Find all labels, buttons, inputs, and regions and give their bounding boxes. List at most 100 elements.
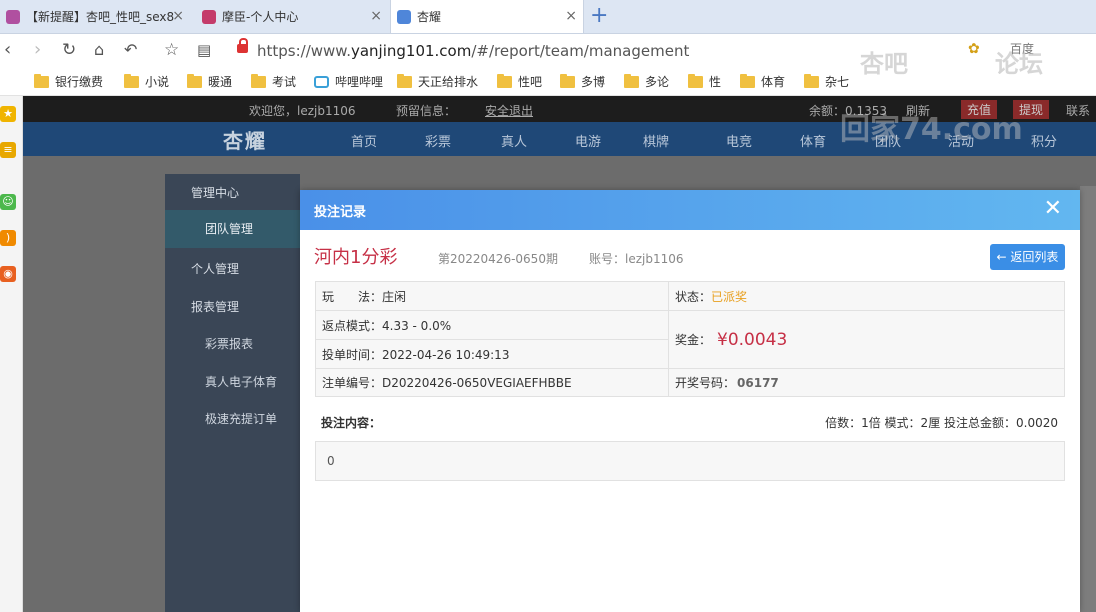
back-icon[interactable]: ‹	[4, 39, 11, 61]
browser-tab-strip: 【新提醒】杏吧_性吧_sex8 × 摩臣-个人中心 × 杏耀 × +	[0, 0, 1096, 34]
logout-link[interactable]: 安全退出	[485, 102, 533, 119]
nav-lottery[interactable]: 彩票	[425, 131, 451, 150]
site-logo[interactable]: 杏耀	[223, 125, 267, 154]
bookmark-star-icon[interactable]: ☆	[164, 39, 179, 61]
welcome-text: 欢迎您，lezjb1106	[249, 104, 356, 118]
nav-esports[interactable]: 电竞	[726, 131, 752, 150]
bookmark-label: 多论	[645, 75, 670, 89]
folder-icon	[497, 73, 512, 88]
back-button-label: 返回列表	[1010, 250, 1059, 264]
status-label: 状态：	[675, 289, 712, 304]
play-label: 玩 法：	[322, 289, 383, 304]
bookmark-label: 性	[709, 75, 722, 89]
folder-icon	[251, 73, 266, 88]
reload-icon[interactable]: ↻	[62, 39, 76, 61]
draw-number: 06177	[737, 375, 779, 390]
tab-close-icon[interactable]: ×	[370, 8, 382, 24]
bookmark-label: 天正给排水	[418, 75, 479, 89]
folder-icon	[34, 73, 49, 88]
home-icon[interactable]: ⌂	[94, 39, 104, 61]
browser-sidebar: ★ ≡ ☺ ) ◉	[0, 96, 23, 612]
account-text: 账号：lezjb1106	[589, 252, 684, 266]
search-engine-box[interactable]: 百度	[1010, 40, 1034, 57]
nav-points[interactable]: 积分	[1031, 131, 1057, 150]
url-field[interactable]: https://www.yanjing101.com/#/report/team…	[257, 42, 689, 60]
weibo-icon[interactable]: ◉	[0, 266, 16, 282]
bookmark-item[interactable]: 天正给排水	[397, 73, 478, 90]
browser-tab-2[interactable]: 摩臣-个人中心 ×	[196, 0, 388, 33]
nav-sports[interactable]: 体育	[800, 131, 826, 150]
nav-team[interactable]: 团队	[875, 131, 901, 150]
prize-label: 奖金：	[675, 333, 712, 347]
sidebar-item-team-management[interactable]: 团队管理	[165, 210, 300, 248]
rebate-text: 返点模式：4.33 - 0.0%	[322, 318, 452, 333]
bookmark-item[interactable]: 体育	[740, 73, 785, 90]
order-cell: 注单编号：D20220426-0650VEGIAEFHBBE	[316, 369, 669, 396]
site-favicon-icon	[6, 9, 20, 24]
bet-content-value: 0	[327, 454, 335, 468]
address-toolbar: ‹ › ↻ ⌂ ↶ ☆ ▤ https://www.yanjing101.com…	[0, 34, 1096, 66]
nav-cards[interactable]: 棋牌	[643, 131, 669, 150]
bookmark-label: 杂七	[825, 75, 850, 89]
bookmark-item[interactable]: 性	[688, 73, 721, 90]
url-domain: yanjing101.com	[350, 42, 472, 60]
site-favicon-icon	[202, 9, 216, 24]
management-sidebar: 管理中心 团队管理 个人管理 报表管理 彩票报表 真人电子体育 极速充提订单	[165, 174, 300, 612]
contact-link[interactable]: 联系	[1066, 102, 1090, 119]
bookmark-item[interactable]: 哔哩哔哩	[314, 73, 383, 90]
nav-home[interactable]: 首页	[351, 131, 377, 150]
bookmark-item[interactable]: 考试	[251, 73, 296, 90]
bookmark-label: 多博	[581, 75, 606, 89]
tab-close-icon[interactable]: ×	[172, 8, 184, 24]
new-tab-icon[interactable]: +	[590, 3, 608, 29]
chat-icon[interactable]: ☺	[0, 194, 16, 210]
folder-icon	[804, 73, 819, 88]
browser-tab-3[interactable]: 杏耀 ×	[390, 0, 584, 33]
bookmark-item[interactable]: 银行缴费	[34, 73, 103, 90]
bookmark-item[interactable]: 性吧	[497, 73, 542, 90]
withdraw-button[interactable]: 提现	[1013, 100, 1050, 119]
play-cell: 玩 法： 庄闲	[316, 282, 669, 311]
status-cell: 状态： 已派奖	[669, 282, 1064, 311]
refresh-link[interactable]: 刷新	[906, 102, 930, 119]
rebate-cell: 返点模式：4.33 - 0.0%	[316, 311, 669, 340]
arrow-left-icon: ←	[996, 250, 1011, 264]
nav-live[interactable]: 真人	[501, 131, 527, 150]
close-icon[interactable]: ✕	[1044, 196, 1062, 222]
tab-close-icon[interactable]: ×	[565, 8, 577, 24]
folder-icon	[124, 73, 139, 88]
folder-icon	[624, 73, 639, 88]
bookmark-label: 体育	[761, 75, 786, 89]
bookmark-label: 银行缴费	[55, 75, 104, 89]
url-path: /#/report/team/management	[471, 42, 690, 60]
bet-content-box: 0	[315, 441, 1065, 481]
favorites-star-icon[interactable]: ★	[0, 106, 16, 122]
notes-icon[interactable]: ≡	[0, 142, 16, 158]
play-value: 庄闲	[382, 289, 407, 304]
bet-summary: 倍数：1倍 模式：2厘 投注总金额：0.0020	[825, 416, 1058, 430]
nav-activity[interactable]: 活动	[948, 131, 974, 150]
bookmark-item[interactable]: 暖通	[187, 73, 232, 90]
forward-icon[interactable]: ›	[34, 39, 41, 61]
bookmark-item[interactable]: 杂七	[804, 73, 849, 90]
site-favicon-icon	[397, 9, 411, 24]
undo-icon[interactable]: ↶	[124, 39, 137, 61]
reader-icon[interactable]: ▤	[197, 39, 211, 61]
recharge-button[interactable]: 充值	[961, 100, 998, 119]
modal-title: 投注记录	[314, 205, 367, 220]
bilibili-icon	[314, 75, 329, 88]
preview-info: 预留信息：	[396, 104, 457, 118]
bookmark-label: 哔哩哔哩	[335, 75, 384, 89]
period-number: 第20220426-0650期	[438, 252, 558, 266]
extension-bee-icon[interactable]: ✿	[968, 41, 980, 57]
rss-icon[interactable]: )	[0, 230, 16, 246]
browser-tab-1[interactable]: 【新提醒】杏吧_性吧_sex8 ×	[0, 0, 190, 33]
bookmark-item[interactable]: 小说	[124, 73, 169, 90]
bookmark-item[interactable]: 多论	[624, 73, 669, 90]
game-title: 河内1分彩	[314, 247, 398, 268]
bookmark-item[interactable]: 多博	[560, 73, 605, 90]
back-to-list-button[interactable]: ← 返回列表	[990, 244, 1065, 270]
nav-slots[interactable]: 电游	[575, 131, 601, 150]
folder-icon	[740, 73, 755, 88]
tab-title: 杏耀	[417, 10, 442, 24]
